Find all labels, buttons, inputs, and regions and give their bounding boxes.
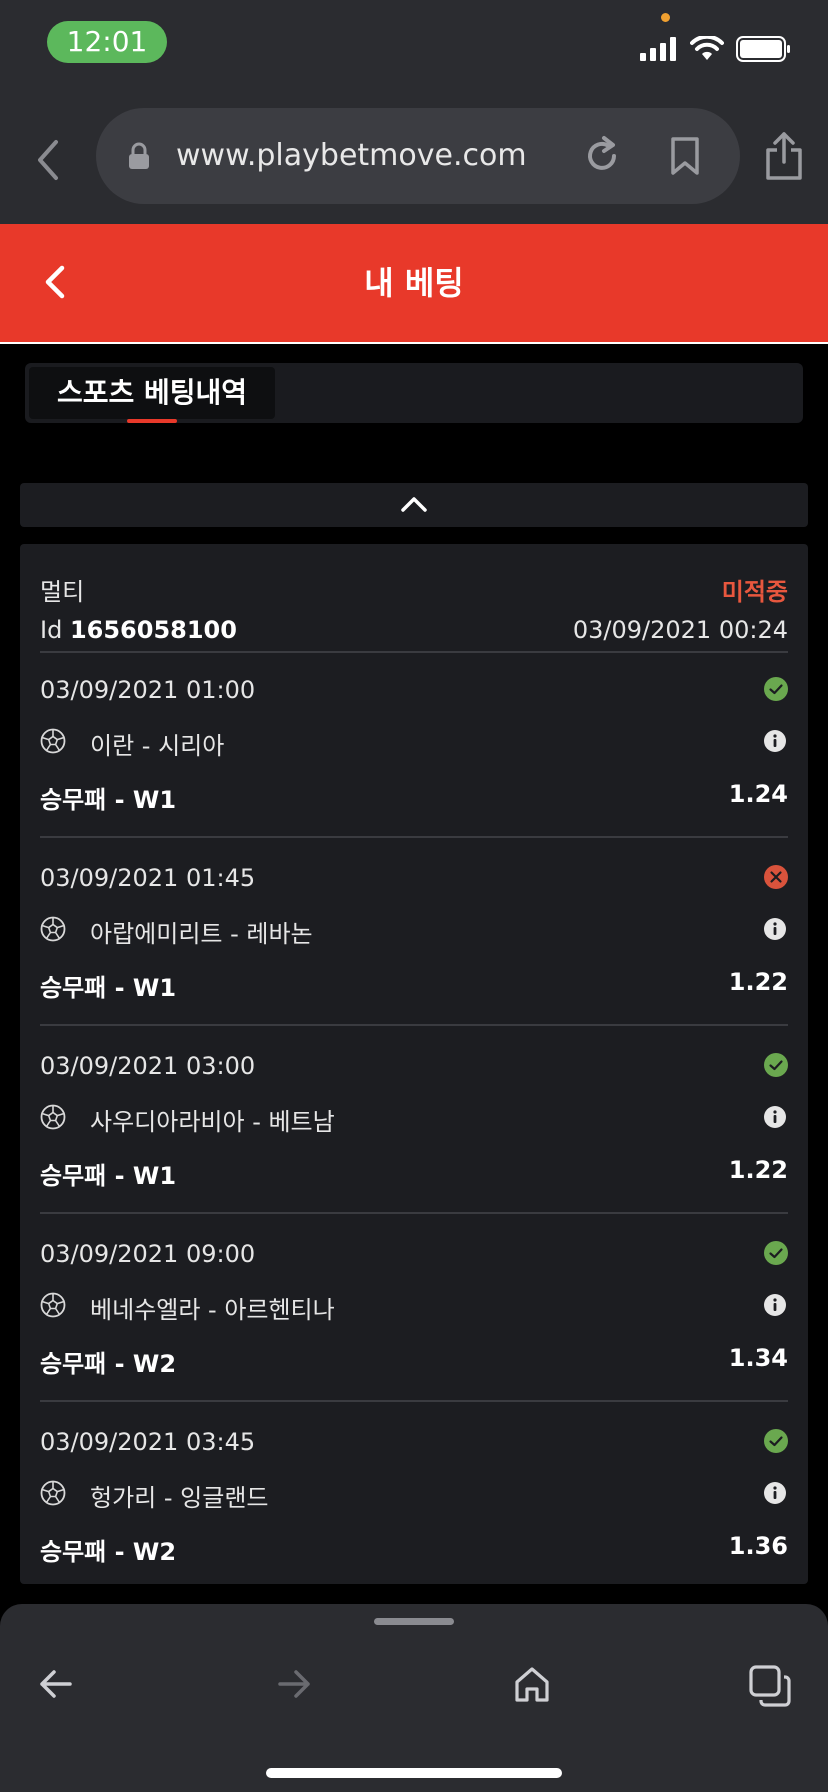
ticket-divider (40, 651, 788, 653)
address-bar[interactable]: www.playbetmove.com (96, 108, 740, 204)
bet-divider (40, 1212, 788, 1214)
bet-market: 승무패 - W1 (40, 974, 177, 1002)
bet-market: 승무패 - W2 (40, 1538, 177, 1566)
tab-bar: 스포츠 베팅내역 (25, 363, 803, 423)
tabs-icon[interactable] (748, 1664, 792, 1708)
check-circle-icon (764, 1241, 788, 1265)
bet-divider (40, 836, 788, 838)
bet-odds: 1.22 (728, 968, 788, 996)
bet-ticket-card: 멀티 미적중 Id 1656058100 03/09/2021 00:24 03… (20, 544, 808, 1584)
share-icon[interactable] (764, 130, 804, 182)
bet-row: 03/09/2021 01:00 이란 - 시리아 승무패 - W1 1.24 (20, 654, 808, 842)
back-arrow-icon[interactable] (36, 1664, 76, 1704)
ticket-type: 멀티 (40, 578, 85, 606)
soccer-ball-icon (40, 1292, 66, 1318)
ticket-id: Id 1656058100 (40, 616, 237, 644)
bet-match: 베네수엘라 - 아르헨티나 (90, 1296, 335, 1324)
check-circle-icon (764, 1053, 788, 1077)
home-indicator (266, 1768, 562, 1778)
chevron-up-icon (401, 497, 427, 512)
soccer-ball-icon (40, 1480, 66, 1506)
info-icon[interactable] (764, 1482, 786, 1504)
bet-odds: 1.36 (728, 1532, 788, 1560)
bet-row: 03/09/2021 09:00 베네수엘라 - 아르헨티나 승무패 - W2 … (20, 1218, 808, 1406)
bet-date: 03/09/2021 03:00 (40, 1052, 256, 1080)
tab-label: 스포츠 베팅내역 (57, 376, 248, 409)
bet-date: 03/09/2021 01:45 (40, 864, 256, 892)
url-text[interactable]: www.playbetmove.com (176, 108, 527, 204)
bet-date: 03/09/2021 01:00 (40, 676, 256, 704)
bookmark-icon[interactable] (670, 136, 700, 176)
bet-odds: 1.24 (728, 780, 788, 808)
bet-match: 이란 - 시리아 (90, 732, 225, 760)
app-header: 내 베팅 (0, 224, 828, 344)
ticket-status: 미적중 (721, 578, 788, 606)
bet-match: 사우디아라비아 - 베트남 (90, 1108, 335, 1136)
sheet-grabber[interactable] (374, 1618, 454, 1625)
soccer-ball-icon (40, 1104, 66, 1130)
bet-divider (40, 1400, 788, 1402)
bet-row: 03/09/2021 03:00 사우디아라비아 - 베트남 승무패 - W1 … (20, 1030, 808, 1218)
bet-row: 03/09/2021 01:45 아랍에미리트 - 레바논 승무패 - W1 1… (20, 842, 808, 1030)
bet-date: 03/09/2021 09:00 (40, 1240, 256, 1268)
page-title: 내 베팅 (364, 264, 464, 302)
info-icon[interactable] (764, 918, 786, 940)
status-icons (640, 34, 792, 64)
bet-date: 03/09/2021 03:45 (40, 1428, 256, 1456)
browser-bottom-toolbar (0, 1604, 828, 1792)
wifi-icon (690, 36, 724, 60)
status-time: 12:01 (47, 21, 167, 63)
ticket-id-value: 1656058100 (69, 616, 237, 644)
browser-toolbar: www.playbetmove.com (0, 100, 828, 224)
info-icon[interactable] (764, 1294, 786, 1316)
tab-sports-bet-history[interactable]: 스포츠 베팅내역 (29, 367, 275, 423)
lock-icon (129, 142, 149, 169)
check-circle-icon (764, 1429, 788, 1453)
bet-odds: 1.34 (728, 1344, 788, 1372)
ticket-id-label: Id (40, 616, 63, 644)
info-icon[interactable] (764, 730, 786, 752)
collapse-toggle[interactable] (20, 483, 808, 527)
home-icon[interactable] (512, 1664, 552, 1704)
tab-active-indicator (127, 419, 177, 423)
bet-odds: 1.22 (728, 1156, 788, 1184)
info-icon[interactable] (764, 1106, 786, 1128)
cross-circle-icon (764, 865, 788, 889)
bet-row: 03/09/2021 03:45 헝가리 - 잉글랜드 승무패 - W2 1.3… (20, 1406, 808, 1584)
reload-icon[interactable] (582, 134, 622, 178)
status-bar: 12:01 (0, 0, 828, 100)
bet-market: 승무패 - W1 (40, 786, 177, 814)
privacy-indicator-dot (661, 13, 670, 22)
ticket-placed-date: 03/09/2021 00:24 (572, 616, 788, 644)
soccer-ball-icon (40, 916, 66, 942)
soccer-ball-icon (40, 728, 66, 754)
bet-match: 아랍에미리트 - 레바논 (90, 920, 313, 948)
bet-divider (40, 1024, 788, 1026)
browser-back-icon[interactable] (30, 130, 66, 190)
cellular-signal-icon (640, 37, 676, 61)
bet-match: 헝가리 - 잉글랜드 (90, 1484, 269, 1512)
bet-market: 승무패 - W2 (40, 1350, 177, 1378)
bet-market: 승무패 - W1 (40, 1162, 177, 1190)
check-circle-icon (764, 677, 788, 701)
forward-arrow-icon[interactable] (274, 1664, 314, 1704)
battery-icon (736, 36, 790, 62)
